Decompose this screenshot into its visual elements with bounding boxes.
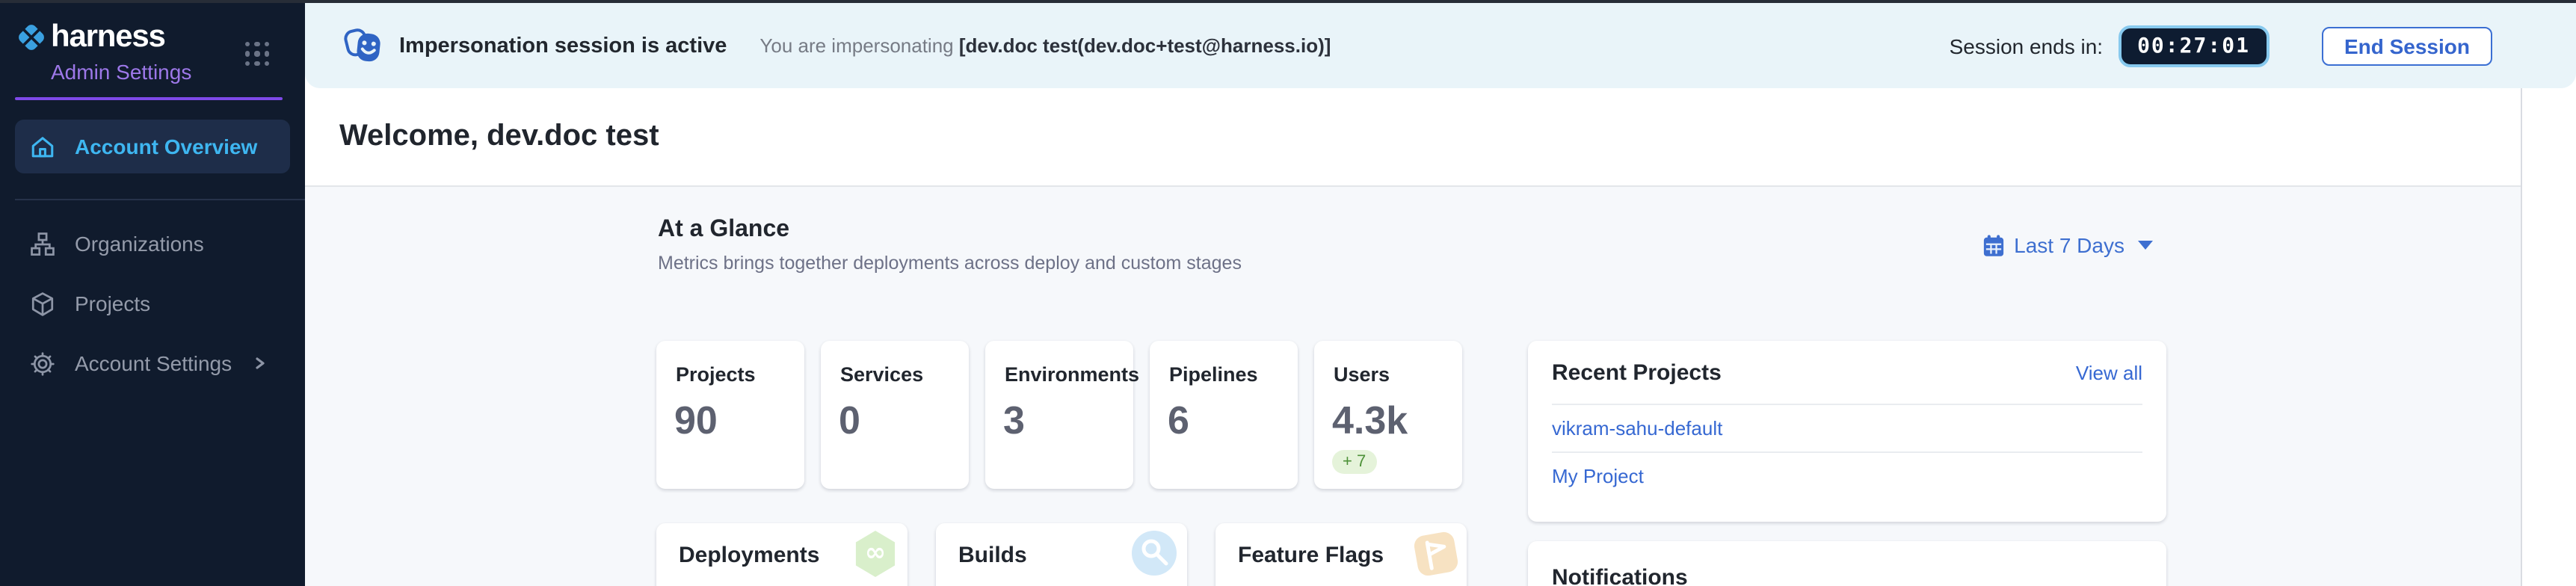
deployments-infinity-icon: ∞ — [854, 531, 897, 577]
list-item[interactable]: My Project — [1552, 453, 2142, 499]
module-card-deployments[interactable]: Deployments ∞ — [656, 523, 908, 586]
at-a-glance-subtitle: Metrics brings together deployments acro… — [658, 253, 1242, 274]
module-card-builds[interactable]: Builds — [936, 523, 1187, 586]
date-range-label: Last 7 Days — [2014, 233, 2124, 257]
module-title: Feature Flags — [1238, 543, 1384, 568]
at-a-glance-title: At a Glance — [658, 217, 789, 244]
harness-logo-icon — [16, 22, 46, 52]
recent-projects-panel: Recent Projects View all vikram-sahu-def… — [1528, 341, 2166, 522]
users-increase-badge: + 7 — [1332, 450, 1376, 474]
sidebar-item-account-overview[interactable]: Account Overview — [15, 120, 290, 173]
theater-masks-icon — [344, 27, 386, 64]
module-title: Deployments — [679, 543, 819, 568]
stat-card-environments: Environments 3 — [985, 341, 1133, 489]
project-link[interactable]: vikram-sahu-default — [1552, 417, 1722, 440]
sidebar-item-label: Projects — [75, 292, 150, 315]
notifications-title: Notifications — [1552, 565, 1688, 586]
stat-label: Environments — [1005, 363, 1133, 386]
project-link[interactable]: My Project — [1552, 465, 1644, 487]
date-range-filter[interactable]: Last 7 Days — [1982, 233, 2153, 257]
session-timer: 00:27:01 — [2118, 25, 2270, 67]
stat-value: 90 — [674, 401, 804, 440]
sidebar: harness Admin Settings Account Overview — [0, 3, 305, 586]
module-title: Builds — [958, 543, 1027, 568]
stat-label: Pipelines — [1169, 363, 1298, 386]
logo-text: harness — [51, 19, 165, 55]
stat-value: 6 — [1168, 401, 1298, 440]
gear-icon — [30, 351, 55, 376]
builds-magnifier-icon — [1132, 531, 1177, 576]
banner-subtitle: You are impersonating [dev.doc test(dev.… — [759, 34, 1331, 57]
sidebar-item-label: Organizations — [75, 232, 204, 256]
sidebar-divider — [15, 199, 305, 200]
modules-row: Deployments ∞ Builds — [656, 523, 1467, 586]
sidebar-nav: Account Overview Organizations Pr — [0, 120, 305, 393]
module-card-feature-flags[interactable]: Feature Flags — [1215, 523, 1467, 586]
stat-card-users: Users 4.3k + 7 — [1314, 341, 1462, 489]
session-ends-label: Session ends in: — [1950, 34, 2103, 58]
feature-flag-icon — [1413, 531, 1460, 578]
notifications-panel: Notifications — [1528, 541, 2166, 586]
sidebar-item-projects[interactable]: Projects — [0, 274, 305, 333]
cube-icon — [30, 291, 55, 316]
chevron-right-icon — [253, 356, 268, 371]
stat-value: 3 — [1003, 401, 1133, 440]
purple-divider — [15, 97, 283, 100]
calendar-icon — [1982, 234, 2005, 256]
app-root: harness Admin Settings Account Overview — [0, 0, 2576, 586]
stat-card-pipelines: Pipelines 6 — [1150, 341, 1298, 489]
app-grid-icon[interactable] — [245, 42, 271, 67]
sidebar-item-account-settings[interactable]: Account Settings — [0, 333, 305, 393]
main-region: Impersonation session is active You are … — [305, 3, 2576, 586]
impersonated-user: [dev.doc test(dev.doc+test@harness.io)] — [959, 34, 1331, 57]
stat-card-projects: Projects 90 — [656, 341, 804, 489]
welcome-heading: Welcome, dev.doc test — [339, 120, 659, 154]
recent-projects-title: Recent Projects — [1552, 360, 1722, 385]
sidebar-item-label: Account Overview — [75, 135, 257, 158]
list-item[interactable]: vikram-sahu-default — [1552, 405, 2142, 451]
right-gutter — [2522, 88, 2576, 586]
stat-label: Users — [1334, 363, 1462, 386]
logo-row: harness — [0, 3, 305, 55]
view-all-link[interactable]: View all — [2076, 361, 2142, 383]
stats-row: Projects 90 Services 0 Environments 3 — [656, 341, 1462, 489]
dashboard-content: At a Glance Metrics brings together depl… — [305, 187, 2521, 586]
stat-value: 0 — [839, 401, 969, 440]
org-chart-icon — [30, 231, 55, 256]
page-header: Welcome, dev.doc test — [305, 88, 2521, 187]
sidebar-item-label: Account Settings — [75, 351, 232, 375]
impersonating-prefix: You are impersonating — [759, 34, 958, 57]
main-column: Welcome, dev.doc test At a Glance Metric… — [305, 88, 2522, 586]
impersonation-banner: Impersonation session is active You are … — [305, 3, 2576, 88]
sidebar-item-organizations[interactable]: Organizations — [0, 214, 305, 274]
stat-value: 4.3k — [1332, 401, 1462, 440]
home-icon — [30, 134, 55, 159]
stat-label: Projects — [676, 363, 804, 386]
banner-title: Impersonation session is active — [399, 34, 727, 58]
stat-card-services: Services 0 — [821, 341, 969, 489]
caret-down-icon — [2138, 241, 2153, 250]
stat-label: Services — [840, 363, 969, 386]
end-session-button[interactable]: End Session — [2322, 26, 2492, 65]
